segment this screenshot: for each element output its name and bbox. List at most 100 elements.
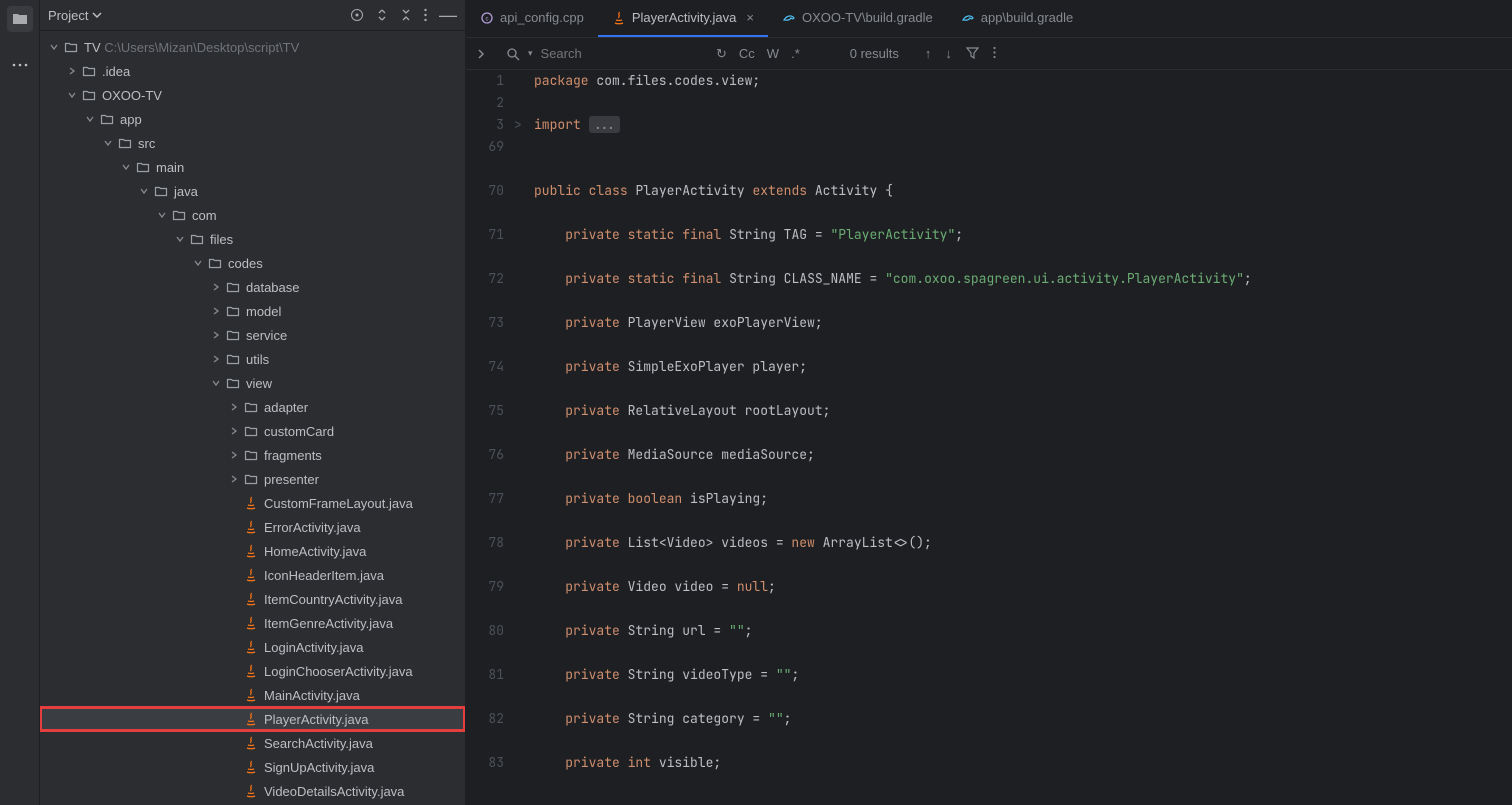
expand-arrow-icon[interactable]	[208, 306, 224, 316]
tree-folder[interactable]: utils	[40, 347, 465, 371]
tree-file[interactable]: SearchActivity.java	[40, 731, 465, 755]
tree-folder[interactable]: com	[40, 203, 465, 227]
tree-file[interactable]: LoginActivity.java	[40, 635, 465, 659]
tree-folder[interactable]: model	[40, 299, 465, 323]
java-file-icon	[242, 688, 260, 702]
expand-arrow-icon[interactable]	[64, 66, 80, 76]
folder-icon	[80, 64, 98, 78]
tree-folder[interactable]: files	[40, 227, 465, 251]
search-opt-regex[interactable]: .*	[791, 46, 800, 62]
project-tool-icon[interactable]	[7, 6, 33, 32]
tree-file[interactable]: IconHeaderItem.java	[40, 563, 465, 587]
panel-title-group[interactable]: Project	[48, 8, 350, 23]
tree-file[interactable]: LoginChooserActivity.java	[40, 659, 465, 683]
tree-file[interactable]: ErrorActivity.java	[40, 515, 465, 539]
tree-item-label: ErrorActivity.java	[264, 520, 361, 535]
filter-icon[interactable]	[966, 46, 979, 61]
project-tree[interactable]: TV C:\Users\Mizan\Desktop\script\TV.idea…	[40, 31, 465, 805]
search-prev-icon[interactable]: ↑	[925, 46, 932, 61]
folder-icon	[206, 256, 224, 270]
search-collapse-icon[interactable]	[476, 49, 496, 59]
select-opened-icon[interactable]	[350, 8, 364, 22]
expand-arrow-icon[interactable]	[190, 258, 206, 268]
search-more-icon[interactable]	[993, 46, 996, 61]
expand-arrow-icon[interactable]	[208, 378, 224, 388]
code-area[interactable]: 123697071727374757677787980818283 > pack…	[466, 70, 1512, 805]
search-dropdown-icon[interactable]: ▾	[528, 48, 533, 59]
expand-arrow-icon[interactable]	[226, 450, 242, 460]
tree-item-label: adapter	[264, 400, 308, 415]
expand-arrow-icon[interactable]	[208, 282, 224, 292]
editor-tab[interactable]: capi_config.cpp	[466, 0, 598, 37]
tree-folder[interactable]: view	[40, 371, 465, 395]
panel-actions: —	[350, 6, 457, 24]
editor-tab[interactable]: PlayerActivity.java×	[598, 0, 768, 37]
tree-folder[interactable]: .idea	[40, 59, 465, 83]
collapse-all-icon[interactable]	[400, 9, 412, 21]
tree-file[interactable]: MainActivity.java	[40, 683, 465, 707]
expand-arrow-icon[interactable]	[118, 162, 134, 172]
tree-folder[interactable]: service	[40, 323, 465, 347]
tree-folder[interactable]: src	[40, 131, 465, 155]
search-input[interactable]	[541, 46, 661, 61]
tree-folder[interactable]: java	[40, 179, 465, 203]
search-results-count: 0 results	[850, 46, 899, 61]
search-opt-case[interactable]: Cc	[739, 46, 755, 62]
tree-file[interactable]: PlayerActivity.java	[40, 707, 465, 731]
more-icon[interactable]	[424, 8, 427, 22]
search-next-icon[interactable]: ↓	[945, 46, 952, 61]
hide-icon[interactable]: —	[439, 6, 457, 24]
cpp-file-icon: c	[480, 11, 494, 25]
search-opt-regex-flags[interactable]: ↻	[716, 46, 727, 62]
tree-file[interactable]: ItemCountryActivity.java	[40, 587, 465, 611]
tree-file[interactable]: ItemGenreActivity.java	[40, 611, 465, 635]
expand-arrow-icon[interactable]	[154, 210, 170, 220]
tree-folder[interactable]: fragments	[40, 443, 465, 467]
editor-tab[interactable]: OXOO-TV\build.gradle	[768, 0, 947, 37]
expand-arrow-icon[interactable]	[226, 474, 242, 484]
tree-file[interactable]: HomeActivity.java	[40, 539, 465, 563]
tree-folder[interactable]: presenter	[40, 467, 465, 491]
tree-item-label: fragments	[264, 448, 322, 463]
tree-root[interactable]: TV C:\Users\Mizan\Desktop\script\TV	[40, 35, 465, 59]
folder-icon	[224, 304, 242, 318]
editor-tab[interactable]: app\build.gradle	[947, 0, 1088, 37]
folder-icon	[242, 400, 260, 414]
tree-folder[interactable]: adapter	[40, 395, 465, 419]
search-opt-words[interactable]: W	[767, 46, 779, 62]
fold-column[interactable]: >	[514, 70, 530, 805]
code-content[interactable]: package com.files.codes.view;import ...p…	[530, 70, 1512, 805]
panel-title: Project	[48, 8, 88, 23]
expand-arrow-icon[interactable]	[172, 234, 188, 244]
tree-item-label: model	[246, 304, 281, 319]
folder-icon	[80, 88, 98, 102]
expand-arrow-icon[interactable]	[136, 186, 152, 196]
tree-item-label: src	[138, 136, 155, 151]
expand-arrow-icon[interactable]	[208, 330, 224, 340]
tree-folder[interactable]: codes	[40, 251, 465, 275]
expand-all-icon[interactable]	[376, 9, 388, 21]
expand-arrow-icon[interactable]	[82, 114, 98, 124]
search-nav: ↑ ↓	[925, 46, 996, 61]
more-tool-icon[interactable]	[7, 52, 33, 78]
tree-folder[interactable]: app	[40, 107, 465, 131]
tree-file[interactable]: SignUpActivity.java	[40, 755, 465, 779]
tree-file[interactable]: CustomFrameLayout.java	[40, 491, 465, 515]
search-options: ↻ Cc W .*	[716, 46, 800, 62]
svg-text:c: c	[486, 16, 489, 22]
tree-folder[interactable]: main	[40, 155, 465, 179]
expand-arrow-icon[interactable]	[64, 90, 80, 100]
folder-icon	[224, 280, 242, 294]
expand-arrow-icon[interactable]	[100, 138, 116, 148]
tree-item-label: IconHeaderItem.java	[264, 568, 384, 583]
expand-arrow-icon[interactable]	[208, 354, 224, 364]
folder-icon	[152, 184, 170, 198]
tree-folder[interactable]: database	[40, 275, 465, 299]
tree-folder[interactable]: customCard	[40, 419, 465, 443]
tree-file[interactable]: VideoDetailsActivity.java	[40, 779, 465, 803]
tab-label: OXOO-TV\build.gradle	[802, 10, 933, 25]
expand-arrow-icon[interactable]	[226, 402, 242, 412]
tree-folder[interactable]: OXOO-TV	[40, 83, 465, 107]
close-tab-icon[interactable]: ×	[746, 10, 754, 25]
expand-arrow-icon[interactable]	[226, 426, 242, 436]
